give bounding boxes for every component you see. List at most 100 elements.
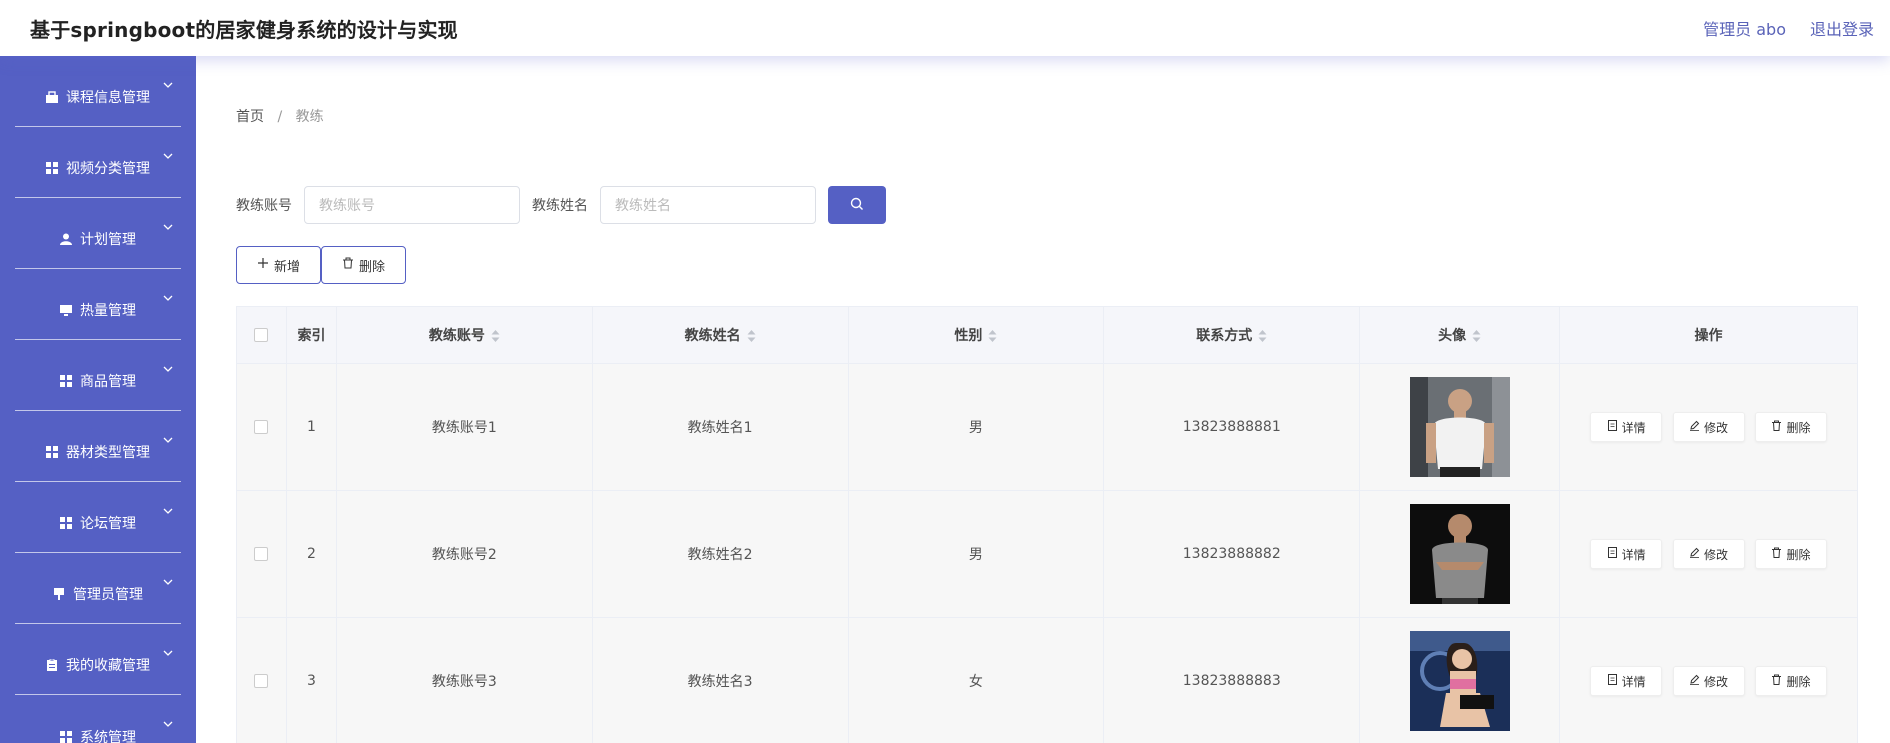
cell-gender: 女 [847, 617, 1105, 743]
column-header-avatar[interactable]: 头像 [1359, 306, 1561, 364]
plus-icon [257, 257, 274, 273]
row-select[interactable] [236, 490, 287, 618]
sort-icon[interactable] [1472, 330, 1481, 342]
breadcrumb-home[interactable]: 首页 [236, 109, 264, 125]
table-row: 1 教练账号1 教练姓名1 男 13823888881 详情 修改 删除 [236, 363, 1858, 491]
chevron-down-icon [163, 220, 173, 230]
cell-name: 教练姓名1 [591, 363, 849, 491]
trash-icon [1771, 674, 1786, 688]
table-row: 2 教练账号2 教练姓名2 男 13823888882 详情 修改 删除 [236, 490, 1858, 618]
top-bar: 基于springboot的居家健身系统的设计与实现 管理员 abo 退出登录 [0, 0, 1890, 56]
sort-icon[interactable] [988, 330, 997, 342]
detail-button[interactable]: 详情 [1590, 412, 1663, 442]
sort-icon[interactable] [491, 330, 500, 342]
detail-button[interactable]: 详情 [1590, 539, 1663, 569]
name-search-input[interactable]: 教练姓名 [600, 186, 816, 224]
trash-icon [1771, 420, 1786, 434]
cell-avatar [1359, 490, 1561, 618]
name-label: 教练姓名 [532, 198, 588, 214]
sidebar-item-calorie[interactable]: 热量管理 [15, 269, 181, 340]
sidebar-item-system[interactable]: 系统管理 [15, 695, 181, 743]
add-button-label: 新增 [274, 259, 301, 275]
sidebar-item-product[interactable]: 商品管理 [15, 340, 181, 411]
sidebar-item-video-category[interactable]: 视频分类管理 [15, 127, 181, 198]
current-user: 管理员 abo [1703, 20, 1786, 39]
sidebar-item-favorites[interactable]: 我的收藏管理 [15, 624, 181, 695]
batch-delete-button[interactable]: 删除 [321, 246, 407, 284]
logout-link[interactable]: 退出登录 [1810, 16, 1874, 40]
sort-icon[interactable] [747, 330, 756, 342]
delete-label: 删除 [1786, 674, 1811, 689]
cell-index: 2 [285, 490, 337, 618]
stamp-icon [53, 588, 65, 600]
delete-label: 删除 [1786, 547, 1811, 562]
sidebar-item-label: 视频分类管理 [66, 161, 150, 177]
user-icon [60, 233, 72, 245]
cell-avatar [1359, 363, 1561, 491]
sidebar-item-label: 论坛管理 [80, 516, 136, 532]
cell-gender: 男 [847, 363, 1105, 491]
column-header-account[interactable]: 教练账号 [335, 306, 593, 364]
column-header-label: 性别 [954, 328, 983, 344]
grid-icon [46, 162, 58, 174]
search-button[interactable] [828, 186, 886, 224]
trash-icon [342, 257, 359, 273]
monitor-icon [60, 304, 72, 316]
sort-icon[interactable] [1258, 330, 1267, 342]
sidebar-item-admin[interactable]: 管理员管理 [15, 553, 181, 624]
cell-account: 教练账号2 [335, 490, 593, 618]
chevron-down-icon [163, 362, 173, 372]
cell-phone: 13823888882 [1103, 490, 1361, 618]
cell-avatar [1359, 617, 1561, 743]
chevron-down-icon [163, 575, 173, 585]
cell-index: 3 [285, 617, 337, 743]
row-select[interactable] [236, 617, 287, 743]
column-header-gender[interactable]: 性别 [847, 306, 1105, 364]
delete-button[interactable]: 删除 [1755, 412, 1827, 442]
cell-phone: 13823888881 [1103, 363, 1361, 491]
edit-button[interactable]: 修改 [1672, 539, 1745, 569]
breadcrumb: 首页 / 教练 [236, 106, 324, 126]
checkbox[interactable] [254, 328, 269, 342]
grid-icon [60, 517, 72, 529]
sidebar-item-course[interactable]: 课程信息管理 [15, 56, 181, 127]
search-icon [850, 196, 864, 215]
trash-icon [1771, 547, 1786, 561]
checkbox[interactable] [254, 674, 269, 688]
delete-button[interactable]: 删除 [1755, 666, 1827, 696]
checkbox[interactable] [254, 547, 269, 561]
document-icon [1607, 547, 1622, 561]
account-search-input[interactable]: 教练账号 [304, 186, 520, 224]
batch-delete-label: 删除 [359, 259, 386, 275]
edit-label: 修改 [1704, 420, 1729, 435]
sidebar-item-label: 课程信息管理 [66, 90, 150, 106]
cell-account: 教练账号3 [335, 617, 593, 743]
header-select-all[interactable] [236, 306, 287, 364]
add-button[interactable]: 新增 [236, 246, 322, 284]
main-content: 首页 / 教练 教练账号 教练账号 教练姓名 教练姓名 新增 删除 索引 教练账… [196, 56, 1890, 743]
row-select[interactable] [236, 363, 287, 491]
checkbox[interactable] [254, 420, 269, 434]
cell-gender: 男 [847, 490, 1105, 618]
sidebar-item-equipment-type[interactable]: 器材类型管理 [15, 411, 181, 482]
breadcrumb-current: 教练 [295, 109, 324, 125]
sidebar-item-forum[interactable]: 论坛管理 [15, 482, 181, 553]
delete-button[interactable]: 删除 [1755, 539, 1827, 569]
edit-icon [1689, 674, 1704, 688]
clipboard-icon [46, 659, 58, 671]
edit-button[interactable]: 修改 [1672, 666, 1745, 696]
table-header-row: 索引 教练账号 教练姓名 性别 联系方式 头像 操作 [236, 306, 1858, 364]
edit-button[interactable]: 修改 [1672, 412, 1745, 442]
briefcase-icon [46, 91, 58, 103]
detail-button[interactable]: 详情 [1590, 666, 1663, 696]
chevron-down-icon [163, 149, 173, 159]
sidebar-item-plan[interactable]: 计划管理 [15, 198, 181, 269]
column-header-phone[interactable]: 联系方式 [1103, 306, 1361, 364]
column-header-label: 教练账号 [428, 328, 485, 344]
edit-label: 修改 [1704, 547, 1729, 562]
column-header-name[interactable]: 教练姓名 [591, 306, 849, 364]
chevron-down-icon [163, 433, 173, 443]
avatar [1409, 504, 1510, 604]
cell-name: 教练姓名3 [591, 617, 849, 743]
coach-table: 索引 教练账号 教练姓名 性别 联系方式 头像 操作 1 教练账号1 教练姓名1… [236, 306, 1858, 743]
